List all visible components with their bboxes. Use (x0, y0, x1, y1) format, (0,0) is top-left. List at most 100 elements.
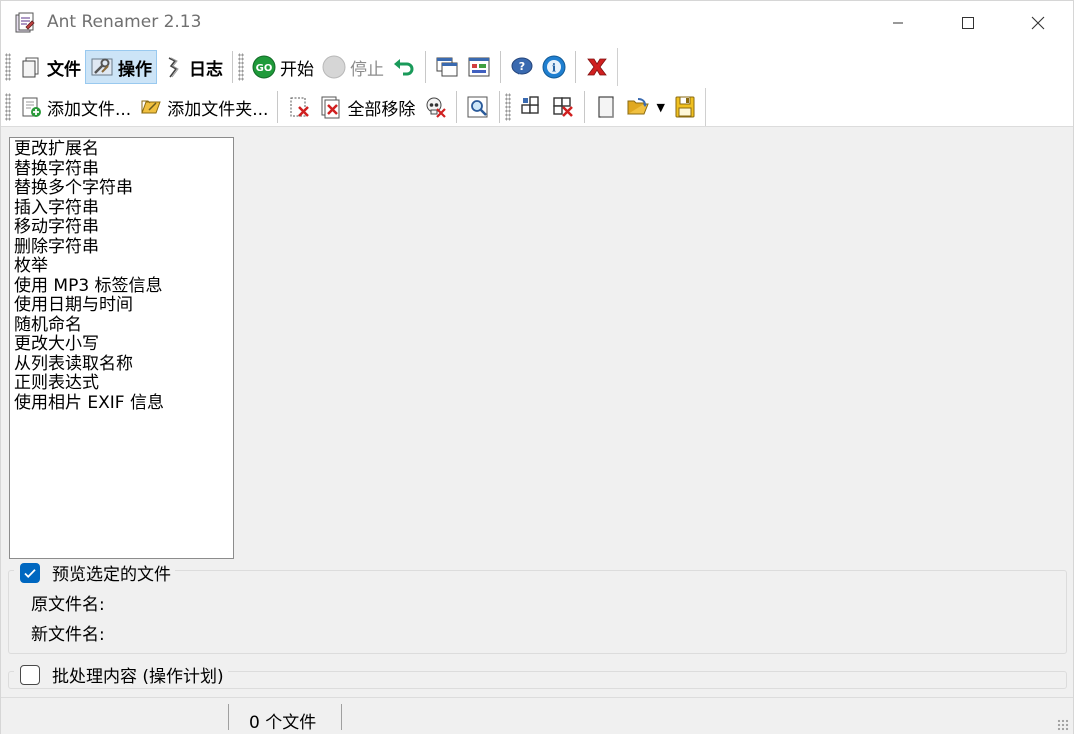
stop-icon (322, 55, 346, 79)
go-icon: GO (252, 55, 276, 79)
action-list-item[interactable]: 使用日期与时间 (14, 295, 233, 316)
app-window: Ant Renamer 2.13 文件 操作 日志 GO 开始 停止 ? i 添… (0, 0, 1074, 734)
magnifier-icon (466, 95, 490, 119)
stop-label: 停止 (350, 59, 384, 80)
remove-dead-button[interactable] (419, 90, 451, 124)
file-tab-label: 文件 (47, 59, 81, 80)
start-button[interactable]: GO 开始 (248, 50, 318, 84)
add-file-icon (19, 95, 43, 119)
remove-all-icon (319, 95, 343, 119)
resize-grip[interactable] (1057, 719, 1069, 731)
action-list-item[interactable]: 使用相片 EXIF 信息 (14, 393, 233, 414)
preview-button[interactable] (462, 90, 494, 124)
action-list-item[interactable]: 更改扩展名 (14, 139, 233, 160)
grid-delete-icon (551, 95, 575, 119)
preview-checkbox-row[interactable]: 预览选定的文件 (14, 560, 175, 585)
svg-text:i: i (552, 62, 556, 75)
action-list-item[interactable]: 替换多个字符串 (14, 178, 233, 199)
remove-all-button[interactable]: 全部移除 (315, 90, 419, 124)
toolbar-separator (277, 91, 279, 123)
toolbar-grip[interactable] (5, 93, 11, 121)
checkmark-icon (24, 568, 36, 578)
new-batch-button[interactable] (590, 90, 622, 124)
log-tab-label: 日志 (189, 59, 223, 80)
actions-listbox[interactable]: 更改扩展名 替换字符串 替换多个字符串 插入字符串 移动字符串 删除字符串 枚举 使用 MP3… (9, 137, 234, 559)
action-list-item[interactable]: 删除字符串 (14, 237, 233, 258)
add-files-button[interactable]: 添加文件... (15, 90, 135, 124)
minimize-icon (893, 22, 903, 24)
add-folders-button[interactable]: 添加文件夹... (135, 90, 272, 124)
toolbar-area: 文件 操作 日志 GO 开始 停止 ? i 添加文件... 添加文件夹... 全… (1, 45, 1073, 127)
action-list-item[interactable]: 使用 MP3 标签信息 (14, 276, 233, 297)
skull-icon (423, 95, 447, 119)
file-count-status: 0 个文件 (249, 713, 317, 733)
toolbar-separator (575, 51, 576, 83)
help-icon: ? (510, 55, 534, 79)
action-list-item[interactable]: 从列表读取名称 (14, 354, 233, 375)
remove-selected-button[interactable] (283, 90, 315, 124)
action-list-item[interactable]: 移动字符串 (14, 217, 233, 238)
close-button[interactable] (1003, 1, 1073, 45)
open-batch-button[interactable]: ▼ (622, 90, 668, 124)
preview-checkbox[interactable] (20, 562, 40, 583)
status-bar: 0 个文件 (1, 697, 1073, 734)
maximize-icon (962, 17, 974, 29)
save-icon (673, 95, 697, 119)
remove-all-label: 全部移除 (347, 99, 416, 120)
options-button[interactable] (463, 50, 495, 84)
toolbar-grip[interactable] (505, 93, 512, 121)
windows-button[interactable] (431, 50, 463, 84)
toolbar-separator (500, 51, 501, 83)
add-folders-label: 添加文件夹... (167, 99, 269, 120)
add-folder-icon (139, 95, 163, 119)
log-tab-button[interactable]: 日志 (157, 50, 227, 84)
grid-add-icon (519, 95, 543, 119)
stop-button[interactable]: 停止 (318, 50, 388, 84)
toolbar-separator (499, 91, 501, 123)
file-tab-button[interactable]: 文件 (15, 50, 85, 84)
remove-selected-icon (287, 95, 311, 119)
action-list-item[interactable]: 更改大小写 (14, 334, 233, 355)
toolbar-end (617, 48, 618, 86)
blank-page-icon (594, 95, 618, 119)
action-list-item[interactable]: 替换字符串 (14, 159, 233, 180)
add-set-button[interactable] (515, 90, 547, 124)
original-name-label: 原文件名: (31, 595, 105, 615)
batch-checkbox-row[interactable]: 批处理内容 (操作计划) (14, 662, 228, 687)
batch-checkbox[interactable] (20, 664, 40, 685)
action-list-item[interactable]: 正则表达式 (14, 373, 233, 394)
action-list-item[interactable]: 插入字符串 (14, 198, 233, 219)
exit-x-icon (585, 55, 609, 79)
delete-set-button[interactable] (547, 90, 579, 124)
toolbar-end (704, 88, 706, 126)
status-separator (228, 704, 229, 730)
maximize-button[interactable] (933, 1, 1003, 45)
start-label: 开始 (280, 59, 314, 80)
actions-tab-label: 操作 (118, 59, 152, 80)
toolbar-separator (232, 51, 233, 83)
preview-checkbox-label: 预览选定的文件 (52, 565, 171, 585)
options-icon (467, 55, 491, 79)
toolbar-grip[interactable] (238, 53, 244, 81)
close-icon (1031, 16, 1045, 30)
file-icon (19, 55, 43, 79)
add-files-label: 添加文件... (47, 99, 132, 120)
svg-text:GO: GO (256, 63, 273, 74)
batch-checkbox-label: 批处理内容 (操作计划) (52, 667, 224, 687)
toolbar-grip[interactable] (5, 53, 11, 81)
exit-button[interactable] (581, 50, 613, 84)
about-button[interactable]: i (538, 50, 570, 84)
open-folder-icon (626, 95, 650, 119)
action-list-item[interactable]: 随机命名 (14, 315, 233, 336)
action-list-item[interactable]: 枚举 (14, 256, 233, 277)
help-button[interactable]: ? (506, 50, 538, 84)
status-separator (341, 704, 342, 730)
main-toolbar: 文件 操作 日志 GO 开始 停止 ? i (5, 47, 618, 87)
minimize-button[interactable] (863, 1, 933, 45)
undo-button[interactable] (388, 50, 420, 84)
info-icon: i (542, 55, 566, 79)
actions-tab-button[interactable]: 操作 (85, 50, 157, 84)
app-logo-icon (13, 11, 37, 35)
dropdown-arrow-icon[interactable]: ▼ (656, 101, 664, 114)
save-batch-button[interactable] (669, 90, 701, 124)
